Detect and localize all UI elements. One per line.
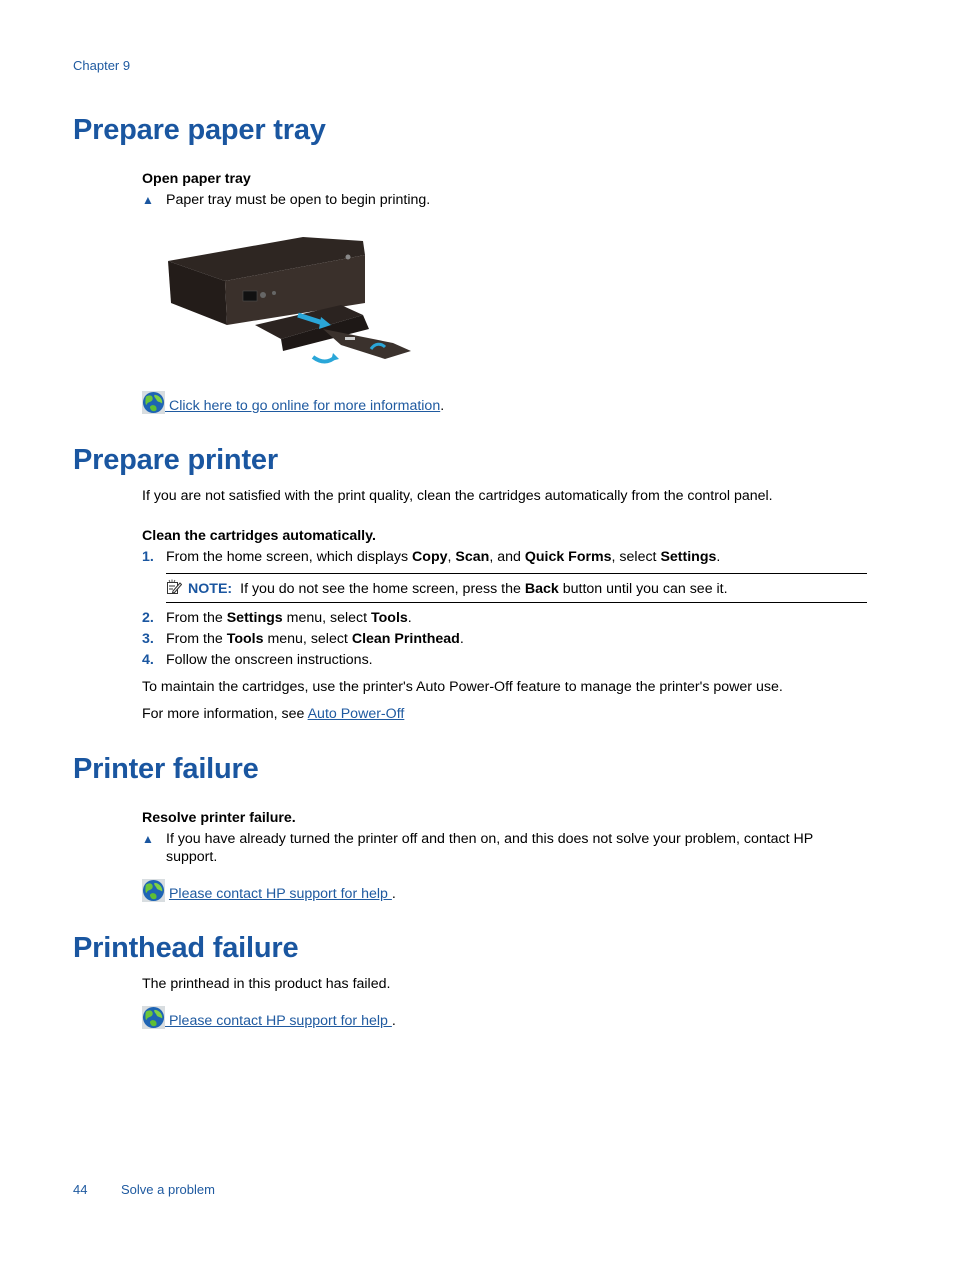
bullet-continuation: support. — [166, 849, 218, 865]
printhead-failure-text: The printhead in this product has failed… — [142, 976, 391, 992]
note-pencil-icon — [167, 579, 183, 594]
step-bold-text: Scan — [455, 549, 490, 565]
step-text: menu, select — [263, 631, 352, 647]
online-info-line: Click here to go online for more informa… — [142, 391, 444, 415]
bullet-item: ▲ If you have already turned the printer … — [142, 830, 813, 848]
chapter-header: Chapter 9 — [73, 58, 131, 73]
step-text: Follow the onscreen instructions. — [166, 652, 373, 668]
step-text: From the — [166, 631, 227, 647]
step-text: . — [407, 610, 412, 626]
contact-support-link[interactable]: Please contact HP support for help — [169, 886, 392, 902]
step-bold-text: Quick Forms — [524, 549, 612, 565]
section-title-prepare-paper-tray: Prepare paper tray — [73, 114, 326, 146]
bullet-text: Paper tray must be open to begin printin… — [166, 192, 431, 208]
contact-support-link[interactable]: Please contact HP support for help — [165, 1013, 392, 1029]
step-bold-text: Settings — [226, 610, 283, 626]
subheading-open-paper-tray: Open paper tray — [142, 171, 251, 187]
printer-paper-tray-image — [163, 233, 418, 373]
prepare-printer-intro: If you are not satisfied with the print … — [142, 488, 773, 504]
maintain-text: To maintain the cartridges, use the prin… — [142, 679, 783, 695]
bullet-item: ▲ Paper tray must be open to begin printi… — [142, 191, 430, 209]
step-number: 1. — [142, 549, 154, 565]
footer-section-name: Solve a problem — [121, 1182, 215, 1197]
link-suffix: . — [391, 886, 396, 902]
subheading-resolve-printer-failure: Resolve printer failure. — [142, 810, 296, 826]
contact-support-line: Please contact HP support for help . — [142, 879, 396, 903]
globe-icon — [142, 1006, 165, 1029]
bullet-text: If you have already turned the printer o… — [166, 831, 814, 847]
step-text: , and — [489, 549, 525, 565]
step-4: 4. Follow the onscreen instructions. — [142, 651, 373, 669]
step-bold-text: Tools — [226, 631, 264, 647]
step-bold-text: Copy — [412, 549, 448, 565]
step-number: 3. — [142, 631, 154, 647]
link-suffix: . — [440, 398, 445, 414]
subheading-clean-cartridges: Clean the cartridges automatically. — [142, 528, 376, 544]
step-1: 1. From the home screen, which displays C… — [142, 548, 720, 566]
step-number: 4. — [142, 652, 154, 668]
step-2: 2. From the Settings menu, select Tools. — [142, 609, 412, 627]
step-bold-text: Tools — [371, 610, 408, 626]
step-text: . — [459, 631, 464, 647]
note-label: NOTE: — [188, 581, 233, 597]
step-text: From the — [166, 610, 227, 626]
step-text: . — [716, 549, 721, 565]
note-text: button until you can see it. — [558, 581, 728, 597]
contact-support-line: Please contact HP support for help . — [142, 1006, 396, 1030]
page-number: 44 — [73, 1182, 88, 1197]
step-text: , select — [611, 549, 661, 565]
globe-icon — [142, 391, 165, 414]
triangle-bullet-icon: ▲ — [142, 193, 154, 207]
section-title-prepare-printer: Prepare printer — [73, 444, 278, 476]
note-bold-text: Back — [524, 581, 559, 597]
auto-power-off-link[interactable]: Auto Power-Off — [308, 706, 405, 722]
section-title-printer-failure: Printer failure — [73, 753, 259, 785]
online-info-link[interactable]: Click here to go online for more informa… — [165, 398, 440, 414]
link-suffix: . — [391, 1013, 396, 1029]
step-bold-text: Settings — [660, 549, 717, 565]
note-text: If you do not see the home screen, press… — [240, 581, 525, 597]
step-bold-text: Clean Printhead — [351, 631, 460, 647]
step-number: 2. — [142, 610, 154, 626]
note-box: NOTE: If you do not see the home screen, … — [166, 573, 867, 603]
triangle-bullet-icon: ▲ — [142, 832, 154, 846]
more-info-prefix: For more information, see — [142, 706, 308, 722]
section-title-printhead-failure: Printhead failure — [73, 932, 299, 964]
globe-icon — [142, 879, 165, 902]
step-3: 3. From the Tools menu, select Clean Prin… — [142, 630, 464, 648]
more-info-line: For more information, see Auto Power-Off — [142, 705, 404, 723]
step-text: From the home screen, which displays — [166, 549, 413, 565]
step-text: menu, select — [282, 610, 372, 626]
